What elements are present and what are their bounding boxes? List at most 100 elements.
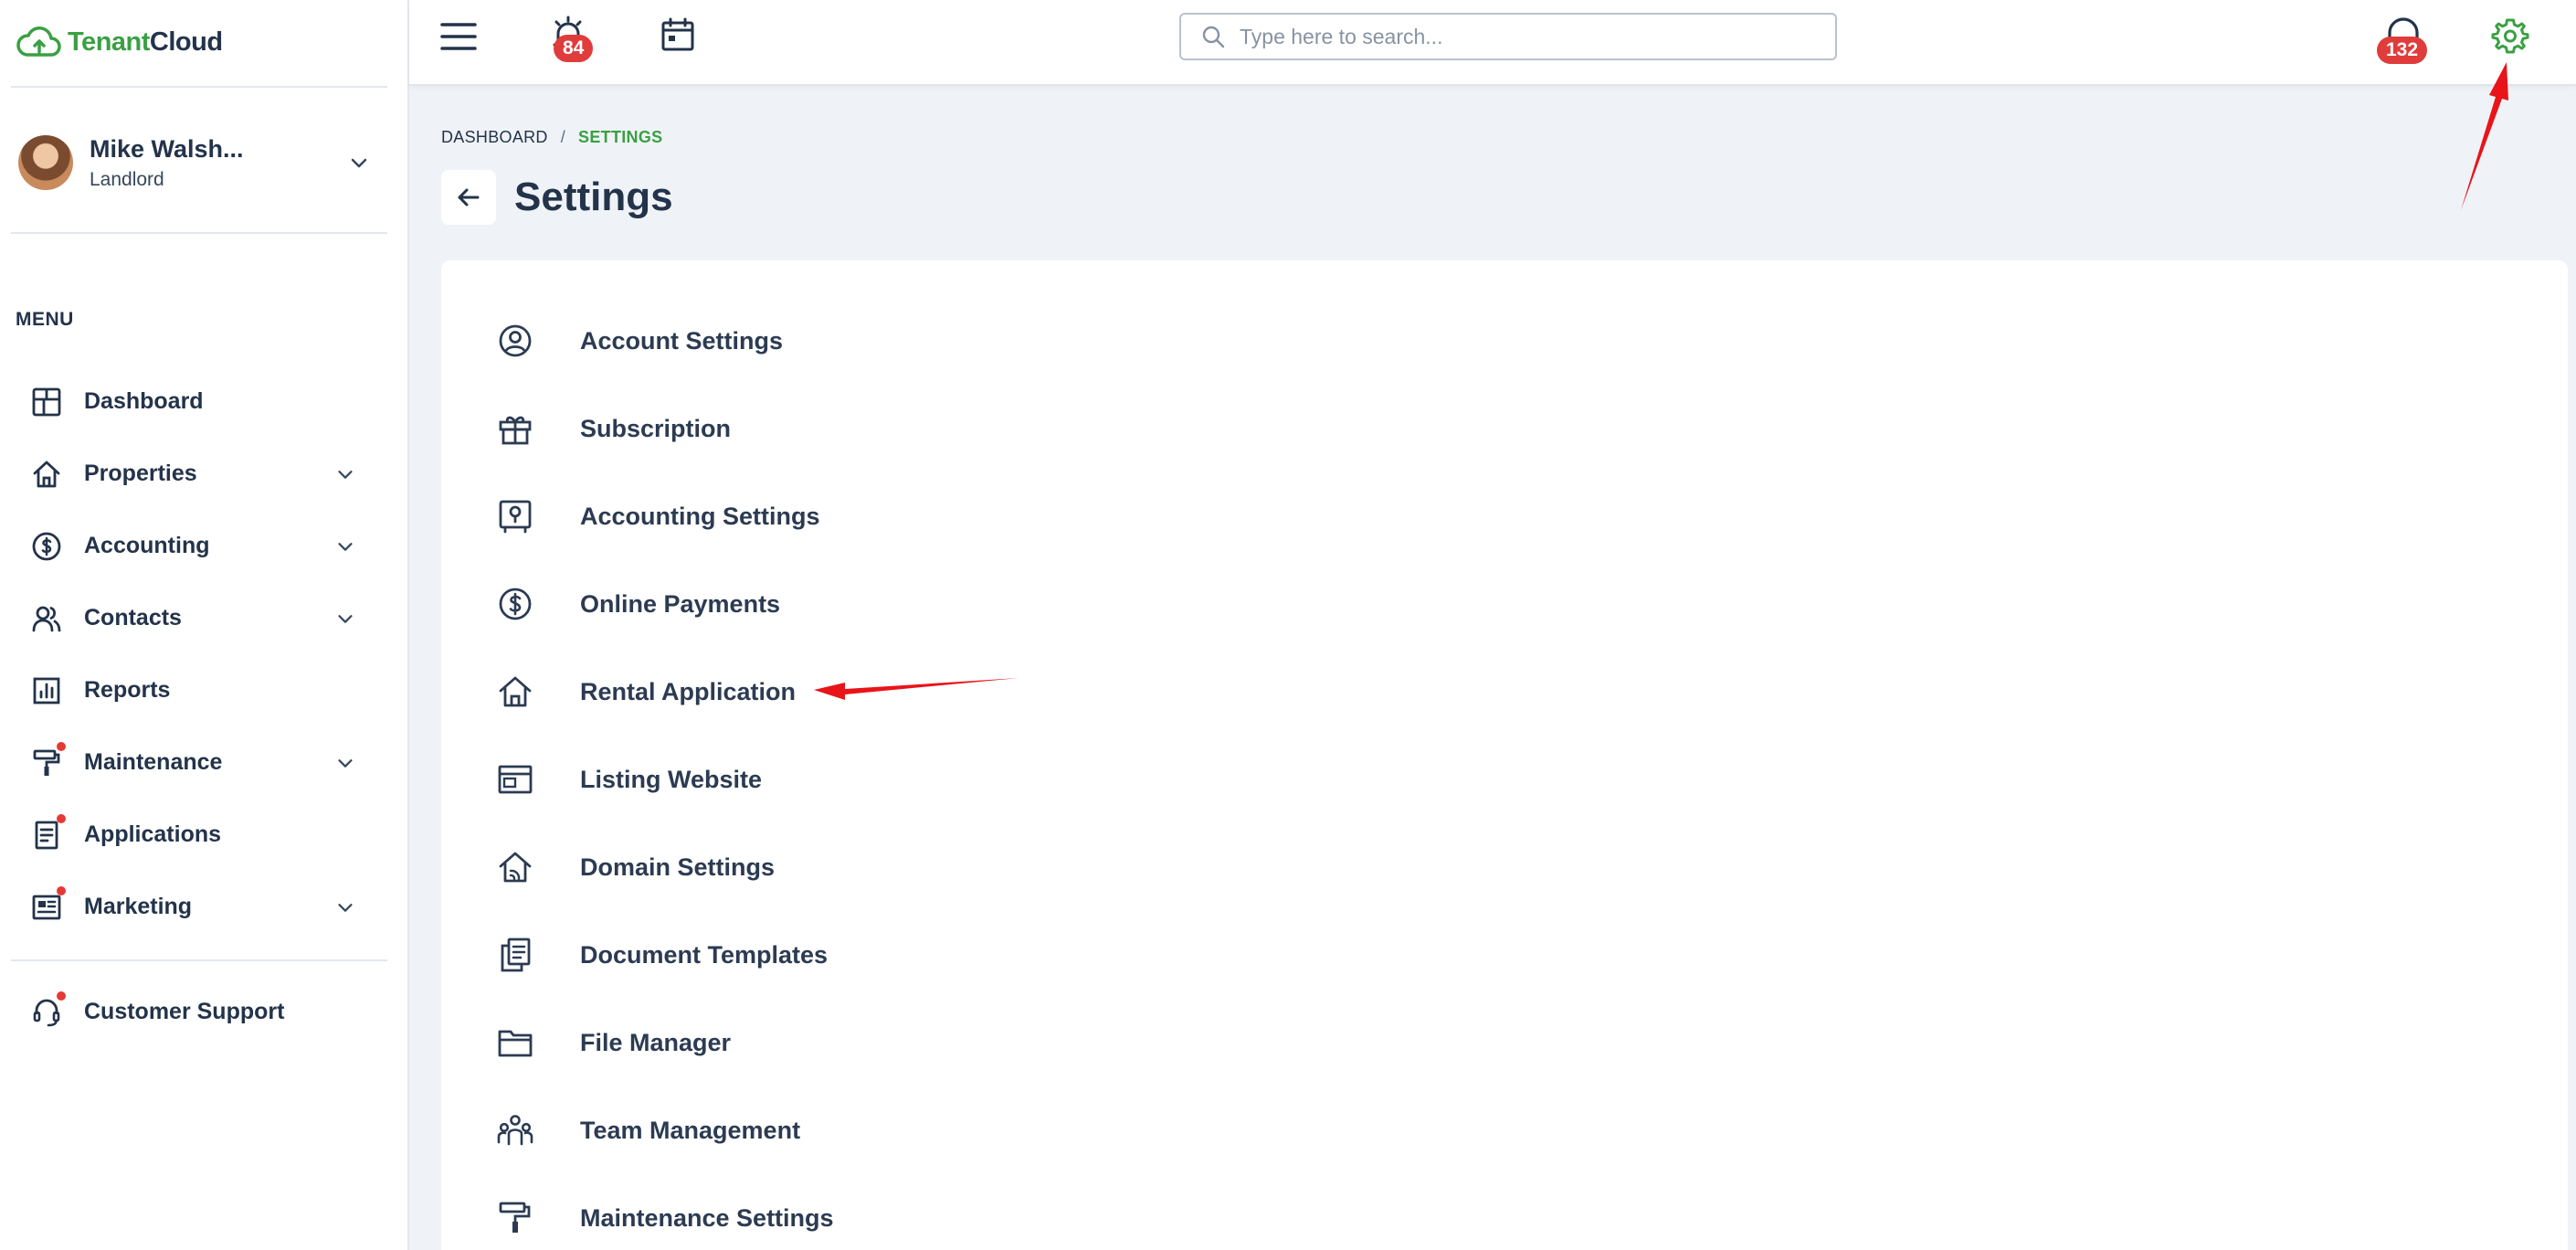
chevron-down-icon[interactable] bbox=[333, 606, 358, 631]
avatar bbox=[18, 135, 73, 190]
settings-item-accounting[interactable]: Accounting Settings bbox=[496, 472, 834, 560]
browser-window-icon bbox=[496, 760, 534, 799]
sidebar-item-marketing[interactable]: Marketing bbox=[0, 871, 409, 943]
settings-item-label: Subscription bbox=[580, 414, 732, 442]
sidebar-item-maintenance[interactable]: Maintenance bbox=[0, 726, 409, 799]
home-signal-icon bbox=[496, 848, 534, 886]
settings-item-document-templates[interactable]: Document Templates bbox=[496, 911, 834, 999]
settings-item-listing-website[interactable]: Listing Website bbox=[496, 736, 834, 823]
users-icon bbox=[29, 601, 64, 636]
user-circle-icon bbox=[496, 322, 534, 360]
settings-item-subscription[interactable]: Subscription bbox=[496, 385, 834, 472]
sidebar-divider bbox=[11, 86, 387, 88]
search-icon bbox=[1202, 26, 1225, 48]
settings-item-label: Accounting Settings bbox=[580, 502, 820, 530]
sidebar-item-label: Contacts bbox=[84, 605, 182, 630]
notification-dot bbox=[57, 990, 66, 1001]
sidebar-item-label: Customer Support bbox=[84, 999, 285, 1024]
notification-dot bbox=[57, 885, 66, 895]
sidebar-item-reports[interactable]: Reports bbox=[0, 654, 409, 726]
gift-icon bbox=[496, 409, 534, 448]
tenantcloud-logo[interactable]: TenantCloud bbox=[16, 16, 223, 68]
settings-item-label: Rental Application bbox=[580, 677, 797, 705]
back-button[interactable] bbox=[441, 170, 496, 225]
settings-item-label: Document Templates bbox=[580, 940, 829, 969]
home-icon bbox=[496, 673, 534, 711]
settings-item-online-payments[interactable]: Online Payments bbox=[496, 560, 834, 648]
settings-item-maintenance[interactable]: Maintenance Settings bbox=[496, 1174, 834, 1250]
sidebar-item-label: Marketing bbox=[84, 894, 193, 919]
calendar-icon[interactable] bbox=[658, 15, 698, 55]
page-title: Settings bbox=[514, 175, 673, 219]
settings-item-file-manager[interactable]: File Manager bbox=[496, 999, 834, 1086]
sidebar-item-label: Maintenance bbox=[84, 749, 223, 775]
settings-item-label: Maintenance Settings bbox=[580, 1203, 834, 1232]
team-icon bbox=[496, 1111, 534, 1149]
settings-item-label: File Manager bbox=[580, 1028, 732, 1056]
chevron-down-icon[interactable] bbox=[333, 895, 358, 920]
paint-roller-icon bbox=[496, 1199, 534, 1237]
safe-icon bbox=[496, 497, 534, 535]
breadcrumb-dashboard-link[interactable]: DASHBOARD bbox=[441, 128, 548, 147]
sidebar-item-label: Applications bbox=[84, 821, 222, 847]
cloud-logo-icon bbox=[16, 26, 61, 57]
breadcrumb-separator: / bbox=[560, 128, 566, 146]
user-profile-toggle[interactable]: Mike Walsh... Landlord bbox=[18, 132, 384, 193]
support-headset-icon[interactable]: 132 bbox=[2377, 15, 2428, 64]
home-icon bbox=[29, 457, 64, 492]
settings-gear-icon[interactable] bbox=[2488, 15, 2532, 57]
sidebar-nav: Dashboard Properties Accounting Contacts bbox=[0, 365, 409, 943]
settings-item-label: Online Payments bbox=[580, 589, 781, 618]
breadcrumb-current: SETTINGS bbox=[578, 128, 663, 146]
sidebar-item-label: Accounting bbox=[84, 533, 210, 558]
alarm-icon[interactable]: 84 bbox=[548, 13, 594, 62]
dashboard-icon bbox=[29, 385, 64, 419]
chevron-down-icon[interactable] bbox=[333, 534, 358, 559]
logo-text: TenantCloud bbox=[68, 26, 223, 57]
sidebar-item-contacts[interactable]: Contacts bbox=[0, 582, 409, 654]
chevron-down-icon[interactable] bbox=[345, 149, 373, 176]
dollar-icon bbox=[29, 529, 64, 564]
user-name: Mike Walsh... bbox=[90, 134, 244, 163]
sidebar-item-dashboard[interactable]: Dashboard bbox=[0, 365, 409, 438]
settings-item-team-management[interactable]: Team Management bbox=[496, 1086, 834, 1174]
sidebar-item-label: Reports bbox=[84, 677, 171, 703]
search-box[interactable] bbox=[1179, 13, 1837, 60]
top-bar: 84 132 bbox=[409, 0, 2576, 86]
chevron-down-icon[interactable] bbox=[333, 750, 358, 776]
sidebar-divider bbox=[11, 959, 387, 961]
documents-icon bbox=[496, 936, 534, 974]
sidebar-item-label: Dashboard bbox=[84, 388, 204, 414]
breadcrumb: DASHBOARD / SETTINGS bbox=[441, 128, 662, 147]
sidebar-item-properties[interactable]: Properties bbox=[0, 438, 409, 510]
settings-card: Account Settings Subscription Accounting… bbox=[441, 260, 2568, 1250]
sidebar-item-customer-support[interactable]: Customer Support bbox=[0, 976, 409, 1048]
settings-item-rental-application[interactable]: Rental Application bbox=[496, 648, 834, 736]
alerts-count-badge: 84 bbox=[554, 35, 594, 62]
menu-heading: MENU bbox=[16, 309, 74, 330]
settings-item-account[interactable]: Account Settings bbox=[496, 297, 834, 385]
sidebar-item-applications[interactable]: Applications bbox=[0, 799, 409, 871]
bar-chart-icon bbox=[29, 673, 64, 708]
user-role: Landlord bbox=[90, 168, 164, 190]
chevron-down-icon[interactable] bbox=[333, 461, 358, 487]
arrow-left-icon bbox=[458, 188, 480, 207]
sidebar-divider bbox=[11, 232, 387, 234]
notification-dot bbox=[57, 813, 66, 823]
search-input[interactable] bbox=[1240, 24, 1806, 49]
settings-list: Account Settings Subscription Accounting… bbox=[496, 297, 834, 1250]
settings-item-label: Team Management bbox=[580, 1116, 801, 1144]
notification-dot bbox=[57, 741, 66, 751]
settings-item-domain[interactable]: Domain Settings bbox=[496, 823, 834, 911]
settings-item-label: Listing Website bbox=[580, 765, 763, 793]
sidebar-item-accounting[interactable]: Accounting bbox=[0, 510, 409, 582]
hamburger-menu-icon[interactable] bbox=[438, 18, 479, 55]
sidebar: TenantCloud Mike Walsh... Landlord MENU … bbox=[0, 0, 409, 1250]
settings-item-label: Account Settings bbox=[580, 326, 784, 355]
paint-roller-icon bbox=[29, 741, 66, 780]
support-count-badge: 132 bbox=[2377, 37, 2428, 64]
dollar-circle-icon bbox=[496, 585, 534, 623]
headset-icon bbox=[29, 990, 66, 1030]
sidebar-item-label: Properties bbox=[84, 461, 197, 486]
folder-icon bbox=[496, 1023, 534, 1062]
